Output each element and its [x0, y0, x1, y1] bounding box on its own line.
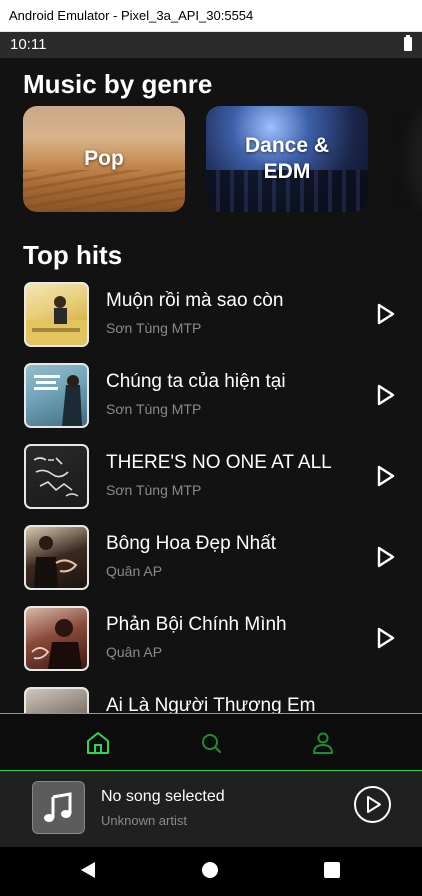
home-icon[interactable]	[85, 730, 111, 756]
track-title: Phản Bội Chính Mình	[106, 614, 287, 635]
track-title: Bông Hoa Đẹp Nhất	[106, 533, 277, 554]
track-row[interactable]: Ai Là Người Thương Em	[0, 687, 422, 713]
track-row[interactable]: Phản Bội Chính Mình Quân AP	[0, 606, 422, 672]
play-icon[interactable]	[376, 465, 396, 487]
album-art	[24, 444, 89, 509]
track-title: Chúng ta của hiện tại	[106, 371, 286, 392]
track-title: THERE'S NO ONE AT ALL	[106, 452, 332, 473]
home-circle-icon[interactable]	[202, 862, 218, 878]
play-icon[interactable]	[376, 546, 396, 568]
genres-section-title: Music by genre	[23, 69, 213, 99]
play-icon[interactable]	[376, 303, 396, 325]
track-row[interactable]: Muộn rồi mà sao còn Sơn Tùng MTP	[0, 282, 422, 348]
now-playing-title: No song selected	[101, 788, 225, 805]
genre-label: Pop	[84, 147, 124, 170]
play-icon[interactable]	[376, 627, 396, 649]
genre-card-pop[interactable]: Pop	[23, 106, 185, 212]
track-artist: Sơn Tùng MTP	[106, 320, 202, 336]
genre-carousel[interactable]: Pop Dance & EDM	[23, 106, 422, 212]
genre-label: Dance & EDM	[244, 134, 330, 183]
mini-player[interactable]: No song selected Unknown artist	[0, 771, 422, 847]
android-navigation-bar	[0, 847, 422, 896]
play-circle-icon[interactable]	[354, 786, 391, 823]
album-art	[24, 606, 89, 671]
track-artist: Sơn Tùng MTP	[106, 401, 202, 417]
recents-icon[interactable]	[324, 862, 340, 878]
emulator-titlebar: Android Emulator - Pixel_3a_API_30:5554	[0, 0, 422, 32]
status-time: 10:11	[10, 36, 47, 53]
bottom-navigation	[0, 713, 422, 771]
genre-card-dance-edm[interactable]: Dance & EDM	[206, 106, 368, 212]
track-row[interactable]: Bông Hoa Đẹp Nhất Quân AP	[0, 525, 422, 591]
track-row[interactable]: THERE'S NO ONE AT ALL Sơn Tùng MTP	[0, 444, 422, 510]
album-art	[24, 282, 89, 347]
profile-icon[interactable]	[310, 730, 336, 756]
phone-screen: 10:11 Music by genre Pop Dance & EDM Top…	[0, 32, 422, 896]
track-artist: Quân AP	[106, 563, 163, 579]
status-bar: 10:11	[0, 32, 422, 58]
track-artist: Quân AP	[106, 644, 163, 660]
play-icon[interactable]	[376, 384, 396, 406]
music-note-icon	[32, 781, 85, 834]
back-icon[interactable]	[80, 861, 96, 879]
album-art	[24, 687, 89, 713]
window-title: Android Emulator - Pixel_3a_API_30:5554	[9, 8, 254, 23]
now-playing-artist: Unknown artist	[101, 813, 187, 828]
genre-card-partial[interactable]	[389, 106, 422, 212]
track-title: Muộn rồi mà sao còn	[106, 290, 284, 311]
main-scroll-content[interactable]: Music by genre Pop Dance & EDM Top hits	[0, 58, 422, 713]
battery-icon	[404, 35, 412, 51]
search-icon[interactable]	[198, 730, 224, 756]
album-art	[24, 525, 89, 590]
track-title: Ai Là Người Thương Em	[106, 695, 316, 713]
top-hits-title: Top hits	[23, 240, 123, 270]
album-art	[24, 363, 89, 428]
track-row[interactable]: Chúng ta của hiện tại Sơn Tùng MTP	[0, 363, 422, 429]
track-artist: Sơn Tùng MTP	[106, 482, 202, 498]
